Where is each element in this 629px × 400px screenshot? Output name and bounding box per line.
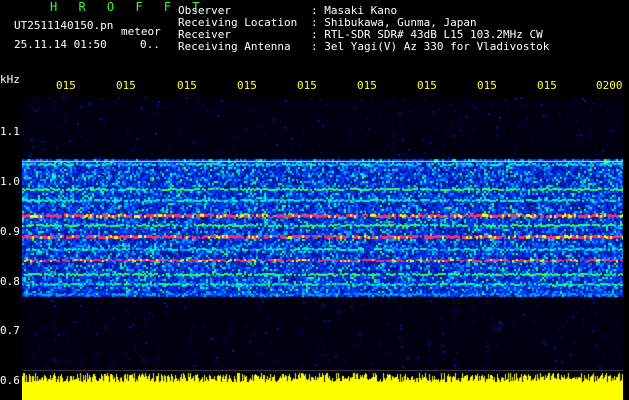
x-tick-9: 015: [537, 79, 557, 92]
meteor-count: 0..: [140, 38, 160, 51]
x-tick-2: 015: [116, 79, 136, 92]
x-tick-4: 015: [237, 79, 257, 92]
antenna-label: Receiving Antenna: [178, 40, 291, 53]
x-tick-10: 0200: [596, 79, 623, 92]
x-tick-7: 015: [417, 79, 437, 92]
y-axis-unit: kHz: [0, 73, 20, 86]
x-tick-5: 015: [297, 79, 317, 92]
file-name: UT2511140150.pn: [14, 19, 114, 32]
y-tick-0-9: 0.9: [0, 225, 20, 238]
x-tick-1: 015: [56, 79, 76, 92]
y-tick-1-1: 1.1: [0, 125, 20, 138]
x-tick-3: 015: [177, 79, 197, 92]
spectrogram-plot: [22, 97, 623, 400]
x-tick-6: 015: [357, 79, 377, 92]
y-tick-0-6: 0.6: [0, 374, 20, 387]
y-tick-0-8: 0.8: [0, 275, 20, 288]
antenna-value: : 3el Yagi(V) Az 330 for Vladivostok: [311, 40, 550, 53]
meteor-label: meteor: [121, 25, 161, 38]
y-tick-1-0: 1.0: [0, 175, 20, 188]
x-tick-8: 015: [477, 79, 497, 92]
y-tick-0-7: 0.7: [0, 324, 20, 337]
capture-datetime: 25.11.14 01:50: [14, 38, 107, 51]
